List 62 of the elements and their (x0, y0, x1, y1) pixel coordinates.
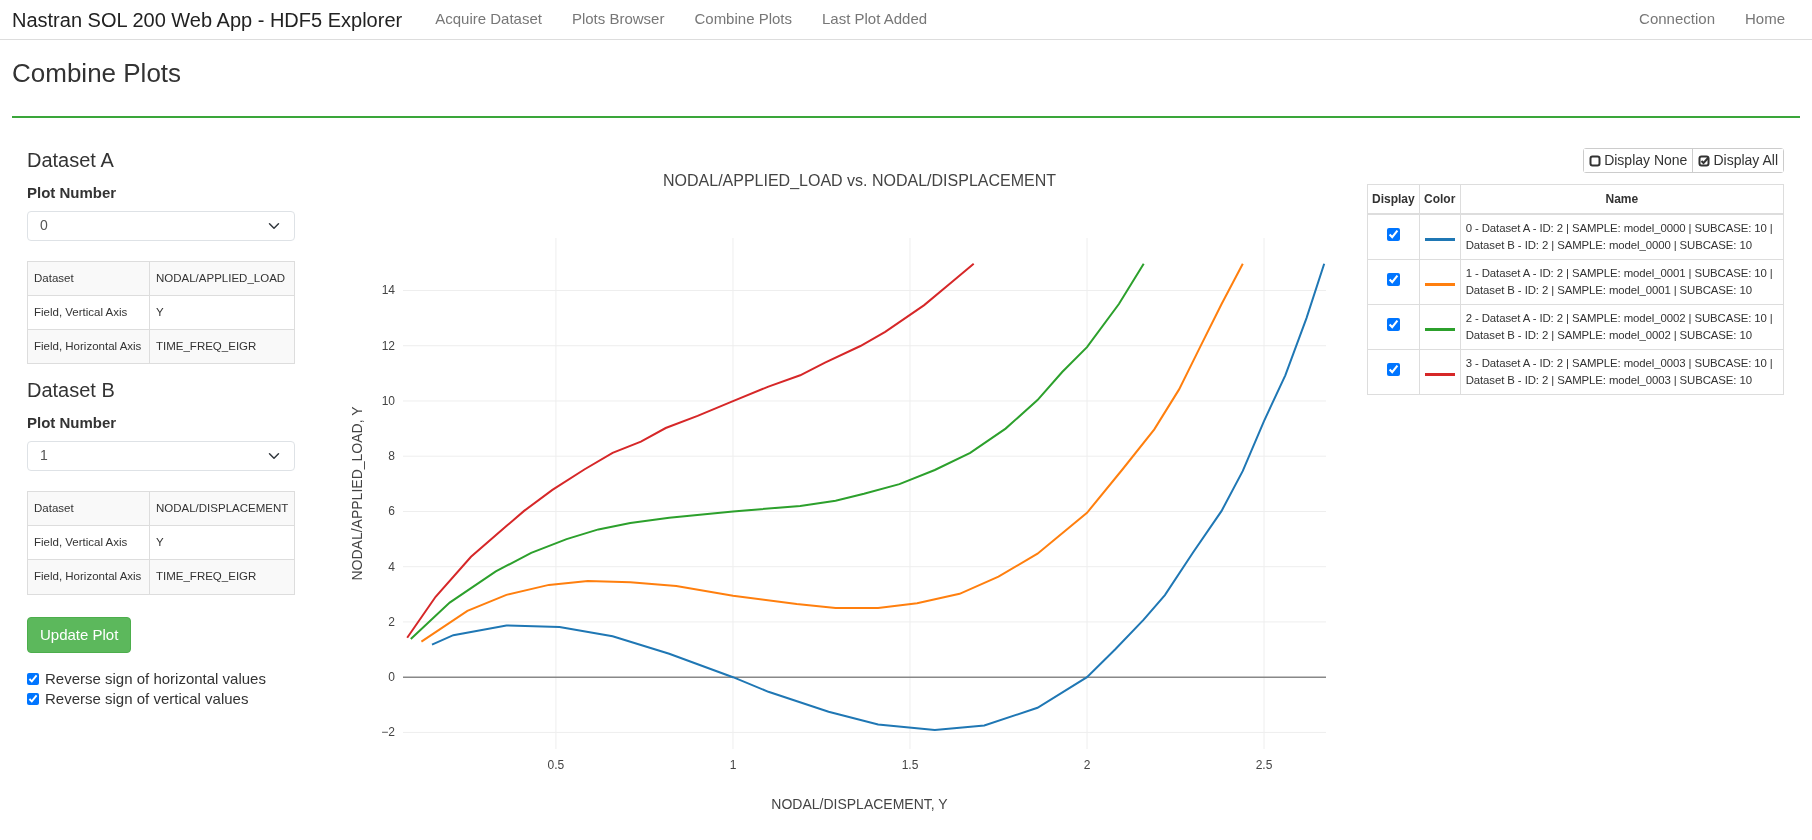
tick-label: 0.5 (547, 758, 565, 773)
field-label: Plot Number (27, 413, 118, 434)
app-title[interactable]: Nastran SOL 200 Web App - HDF5 Explorer (12, 4, 403, 35)
checkbox-label: Reverse sign of horizontal values (45, 669, 266, 690)
tick-label: 14 (381, 283, 395, 298)
checkbox[interactable] (27, 673, 39, 686)
table-cell: Dataset (27, 491, 150, 526)
tick-label: 4 (388, 559, 395, 574)
table-cell: NODAL/DISPLACEMENT (149, 491, 295, 526)
plot-number-select[interactable]: 0 (27, 210, 295, 241)
table-cell: TIME_FREQ_EIGR (149, 329, 295, 364)
tick-label: −2 (381, 725, 395, 740)
tick-label: 2 (388, 615, 395, 630)
table-cell: Field, Vertical Axis (27, 525, 150, 560)
nav-link[interactable]: Home (1730, 8, 1800, 31)
section-heading: Dataset A (27, 148, 115, 173)
nav-link[interactable]: Combine Plots (679, 8, 807, 31)
chart-title: NODAL/APPLIED_LOAD vs. NODAL/DISPLACEMENT (663, 172, 1056, 190)
checked-square-icon (1698, 154, 1711, 167)
checkbox-label: Reverse sign of vertical values (45, 689, 249, 710)
table-cell: Field, Horizontal Axis (27, 559, 150, 595)
nav-link[interactable]: Plots Browser (556, 8, 680, 31)
table-cell: Field, Horizontal Axis (27, 329, 150, 364)
field-label: Plot Number (27, 183, 118, 204)
table-cell: Field, Vertical Axis (27, 295, 150, 330)
tick-label: 2.5 (1255, 758, 1273, 773)
table-cell: 0 - Dataset A - ID: 2 | SAMPLE: model_0000 | SUBCASE: 10 | Dataset B - ID: 2 | SAMPLE: model_0000 | SUBCASE: 10 (1460, 214, 1784, 260)
tick-label: 10 (381, 394, 395, 409)
checkbox[interactable] (1386, 273, 1400, 287)
table-cell: Y (149, 525, 295, 560)
table-cell: 2 - Dataset A - ID: 2 | SAMPLE: model_0002 | SUBCASE: 10 | Dataset B - ID: 2 | SAMPLE: model_0002 | SUBCASE: 10 (1460, 304, 1784, 350)
column-header: Name (1460, 184, 1784, 215)
table-cell: 1 - Dataset A - ID: 2 | SAMPLE: model_0001 | SUBCASE: 10 | Dataset B - ID: 2 | SAMPLE: model_0001 | SUBCASE: 10 (1460, 259, 1784, 305)
checkbox[interactable] (1386, 318, 1400, 332)
column-header: Display (1367, 184, 1420, 215)
tick-label: 8 (388, 449, 395, 464)
nav-link[interactable]: Acquire Dataset (420, 8, 557, 31)
checkbox[interactable] (1386, 363, 1400, 377)
display-all-button[interactable]: Display All (1692, 149, 1783, 173)
tick-label: 0 (388, 670, 395, 685)
table-cell: Dataset (27, 261, 150, 296)
tick-label: 1 (729, 758, 737, 773)
tick-label: 1.5 (901, 758, 919, 773)
tick-label: 12 (381, 338, 395, 353)
x-axis-title: NODAL/DISPLACEMENT, Y (771, 796, 948, 813)
table-cell: NODAL/APPLIED_LOAD (149, 261, 295, 296)
tick-label: 6 (388, 504, 395, 519)
checkbox[interactable] (27, 693, 39, 706)
nav-link[interactable]: Last Plot Added (807, 8, 943, 31)
empty-square-icon (1589, 154, 1602, 167)
table-cell: TIME_FREQ_EIGR (149, 559, 295, 595)
plot-number-select[interactable]: 1 (27, 440, 295, 471)
table-cell: Y (149, 295, 295, 330)
nav-link[interactable]: Connection (1624, 8, 1730, 31)
page-title: Combine Plots (12, 58, 183, 90)
table-cell: 3 - Dataset A - ID: 2 | SAMPLE: model_0003 | SUBCASE: 10 | Dataset B - ID: 2 | SAMPLE: model_0003 | SUBCASE: 10 (1460, 349, 1784, 395)
tick-label: 2 (1083, 758, 1091, 773)
y-axis-title: NODAL/APPLIED_LOAD, Y (349, 406, 365, 581)
checkbox[interactable] (1386, 228, 1400, 242)
column-header: Color (1419, 184, 1461, 215)
section-heading: Dataset B (27, 378, 116, 403)
update-plot-button[interactable]: Update Plot (27, 616, 132, 654)
